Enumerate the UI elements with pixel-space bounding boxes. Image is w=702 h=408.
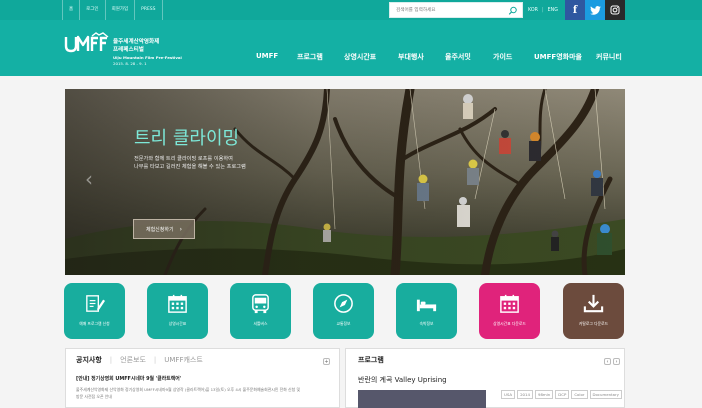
- quick-link-schedule-download[interactable]: 상영시간표 다운로드: [479, 283, 540, 339]
- notice-more-button[interactable]: +: [323, 358, 330, 365]
- press-link[interactable]: PRESS: [134, 0, 163, 20]
- apply-experience-button[interactable]: 체험신청하기 ›: [133, 219, 195, 239]
- program-next-button[interactable]: ›: [613, 358, 620, 365]
- quick-link-traffic[interactable]: 교통정보: [313, 283, 374, 339]
- top-utility-bar: 홈 로그인 회원가입 PRESS KOR | ENG f: [0, 0, 702, 20]
- search-input[interactable]: [396, 5, 506, 16]
- quick-link-lodging[interactable]: 숙박정보: [396, 283, 457, 339]
- quick-link-schedule[interactable]: 상영시간표: [147, 283, 208, 339]
- program-title[interactable]: 반란의 계곡 Valley Uprising: [358, 375, 447, 385]
- festival-title-block: 울주세계산악영화제 프레페스티벌 Ulju Mountain Film Pre-…: [113, 39, 182, 67]
- search-icon[interactable]: [508, 6, 518, 16]
- notice-body: 울주세계산악영화제 산악영화 정기상영회 UMFF시네마9월 상영작 (클라트랙…: [76, 387, 336, 400]
- lang-divider: |: [542, 7, 544, 13]
- quick-link-label: 숙박정보: [419, 321, 434, 326]
- festival-date: 2015. 8. 28 - 9. 1: [113, 61, 147, 66]
- quick-link-label: 상영시간표 다운로드: [493, 321, 526, 326]
- notice-panel: 공지사항 | 언론보도 | UMFF캐스트 + [안내] 정기상영회 UMFF시…: [65, 348, 340, 408]
- hero-banner[interactable]: ‹ 트리 클라이밍 전문가와 함께 트리 클라이밍 로프를 이용하여 나무를 타…: [65, 89, 625, 275]
- program-panel: 프로그램 ‹ › 반란의 계곡 Valley Uprising USA 2014…: [345, 348, 625, 408]
- nav-program[interactable]: 프로그램: [297, 52, 323, 68]
- nav-ulju-summit[interactable]: 울주서밋: [445, 52, 471, 68]
- quick-link-label: 카탈로그 다운로드: [578, 321, 609, 326]
- quick-link-ticket[interactable]: 예매 프로그램 신청: [64, 283, 125, 339]
- calendar-icon: [168, 294, 187, 313]
- program-heading: 프로그램: [358, 356, 384, 364]
- document-pen-icon: [86, 295, 106, 312]
- twitter-icon[interactable]: [585, 0, 605, 20]
- tab-notice[interactable]: 공지사항: [76, 355, 102, 365]
- nav-community[interactable]: 커뮤니티: [596, 52, 622, 68]
- banner-description: 전문가와 함께 트리 클라이밍 로프를 이용하여 나무를 타보고 길러진 체험을…: [134, 155, 246, 171]
- nav-side-events[interactable]: 부대행사: [398, 52, 424, 68]
- notice-body-line-2: 방문 사전접 오픈 안내: [76, 393, 112, 399]
- tab-divider: |: [109, 356, 113, 364]
- apply-experience-label: 체험신청하기: [145, 226, 174, 233]
- download-icon: [583, 294, 604, 313]
- banner-title: 트리 클라이밍: [134, 128, 240, 149]
- festival-subtitle-ko: 프레페스티벌: [113, 46, 144, 53]
- language-switch: KOR | ENG: [528, 0, 558, 20]
- bed-icon: [416, 299, 437, 312]
- tree-climbing-photo: [65, 89, 625, 275]
- tab-press[interactable]: 언론보도: [120, 355, 146, 365]
- facebook-icon[interactable]: f: [565, 0, 585, 20]
- banner-prev-arrow[interactable]: ‹: [85, 167, 93, 191]
- quick-link-label: 상영시간표: [168, 321, 187, 326]
- utility-links: 홈 로그인 회원가입 PRESS: [62, 0, 163, 20]
- signup-link[interactable]: 회원가입: [104, 0, 135, 20]
- nav-schedule[interactable]: 상영시간표: [344, 52, 376, 68]
- quick-link-catalog-download[interactable]: 카탈로그 다운로드: [563, 283, 624, 339]
- lang-eng-link[interactable]: ENG: [548, 8, 558, 13]
- notice-tabs: 공지사항 | 언론보도 | UMFF캐스트: [76, 355, 211, 365]
- quick-link-shuttle[interactable]: 셔틀버스: [230, 283, 291, 339]
- calendar-icon: [500, 294, 519, 313]
- chevron-right-icon: ›: [179, 225, 182, 233]
- banner-desc-line-2: 나무를 타보고 길러진 체험을 해볼 수 있는 프로그램: [134, 164, 246, 171]
- tab-umff-cast[interactable]: UMFF캐스트: [164, 355, 203, 365]
- quick-link-label: 교통정보: [336, 321, 351, 326]
- nav-guide[interactable]: 가이드: [493, 52, 512, 68]
- program-prev-button[interactable]: ‹: [604, 358, 611, 365]
- banner-desc-line-1: 전문가와 함께 트리 클라이밍 로프를 이용하여: [134, 156, 233, 162]
- search-box: [389, 2, 523, 18]
- compass-icon: [334, 294, 353, 313]
- nav-umff[interactable]: UMFF: [256, 52, 278, 68]
- umff-logo[interactable]: [64, 32, 110, 54]
- home-link[interactable]: 홈: [62, 0, 79, 20]
- nav-film-village[interactable]: UMFF영화마을: [534, 52, 582, 68]
- quick-link-label: 예매 프로그램 신청: [79, 321, 110, 326]
- notice-body-line-1: 울주세계산악영화제 산악영화 정기상영회 UMFF시네마9월 상영작 (클라트랙…: [76, 387, 301, 392]
- program-thumbnail[interactable]: [358, 390, 486, 408]
- tab-divider: |: [153, 356, 157, 364]
- bus-icon: [252, 294, 269, 314]
- festival-title-ko: 울주세계산악영화제: [113, 39, 160, 45]
- login-link[interactable]: 로그인: [79, 0, 104, 20]
- instagram-icon[interactable]: [605, 0, 625, 20]
- lang-kor-link[interactable]: KOR: [528, 8, 538, 13]
- notice-title[interactable]: [안내] 정기상영회 UMFF시네마 9월 '클라트랙어': [76, 375, 181, 382]
- quick-link-label: 셔틀버스: [253, 321, 268, 326]
